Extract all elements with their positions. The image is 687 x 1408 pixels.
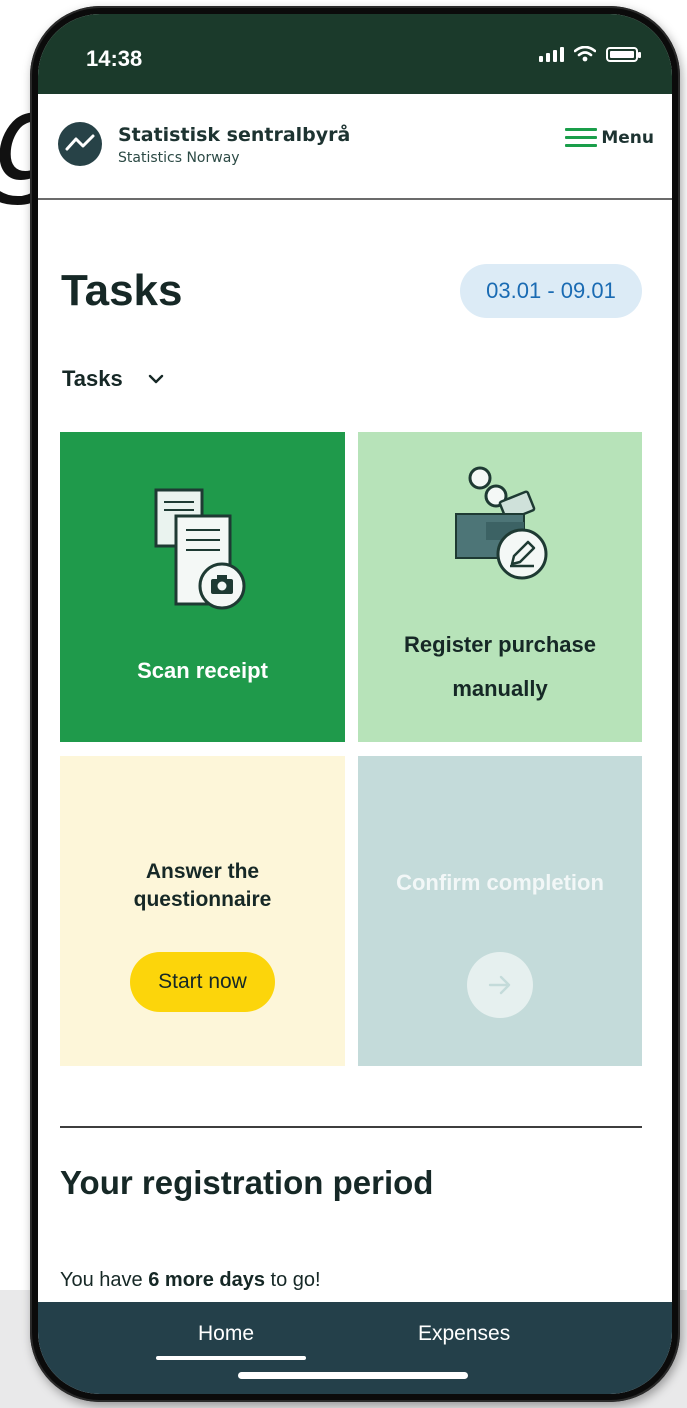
questionnaire-label-line1: Answer the	[145, 860, 260, 883]
menu-label: Menu	[601, 128, 654, 148]
period-text-prefix: You have	[60, 1269, 149, 1291]
confirm-arrow-button[interactable]	[467, 952, 533, 1018]
app-header: Statistisk sentralbyrå Statistics Norway…	[38, 94, 672, 200]
questionnaire-label-line2: questionnaire	[133, 888, 272, 911]
filter-label: Tasks	[62, 366, 123, 391]
battery-icon	[606, 46, 641, 62]
register-purchase-label-line2: manually	[452, 676, 548, 701]
nav-home[interactable]: Home	[198, 1322, 254, 1346]
page-title: Tasks	[61, 266, 183, 315]
receipt-camera-icon	[154, 488, 246, 610]
wifi-icon	[574, 46, 596, 62]
nav-expenses[interactable]: Expenses	[418, 1322, 510, 1346]
arrow-right-icon	[488, 975, 511, 995]
registration-period-text: You have 6 more days to go!	[60, 1269, 321, 1292]
signal-icon	[539, 46, 564, 62]
brand-name: Statistisk sentralbyrå	[118, 124, 351, 146]
date-range-badge: 03.01 - 09.01	[460, 264, 642, 318]
hamburger-icon	[565, 128, 598, 148]
scan-receipt-tile[interactable]: Scan receipt	[60, 432, 345, 742]
menu-button[interactable]: Menu	[565, 128, 654, 148]
ssb-logo[interactable]	[58, 122, 102, 166]
confirm-completion-tile[interactable]: Confirm completion	[358, 756, 642, 1066]
logo-mark-icon	[65, 134, 95, 151]
register-purchase-tile[interactable]: Register purchase manually	[358, 432, 642, 742]
confirm-completion-label: Confirm completion	[396, 870, 604, 895]
home-indicator	[238, 1372, 468, 1379]
wallet-pen-icon	[455, 466, 548, 580]
days-remaining: 6 more days	[148, 1269, 265, 1291]
questionnaire-tile[interactable]: Answer the questionnaire Start now	[60, 756, 345, 1066]
active-tab-indicator	[156, 1356, 306, 1360]
phone-frame: 14:38 Statistisk sentralbyrå Statistics …	[30, 6, 680, 1402]
brand-subtitle: Statistics Norway	[118, 150, 240, 166]
tasks-filter-dropdown[interactable]: Tasks	[62, 366, 165, 392]
register-purchase-label-line1: Register purchase	[404, 632, 596, 657]
period-text-suffix: to go!	[264, 1269, 321, 1291]
section-divider	[60, 1126, 642, 1128]
start-now-button[interactable]: Start now	[130, 952, 275, 1012]
status-time: 14:38	[86, 46, 143, 71]
registration-period-title: Your registration period	[60, 1164, 434, 1201]
phone-screen: 14:38 Statistisk sentralbyrå Statistics …	[38, 14, 672, 1394]
chevron-down-icon	[148, 374, 163, 384]
status-bar: 14:38	[38, 14, 672, 94]
bottom-navigation: Home Expenses	[38, 1302, 672, 1394]
status-icons	[539, 46, 641, 62]
scan-receipt-label: Scan receipt	[137, 658, 268, 683]
